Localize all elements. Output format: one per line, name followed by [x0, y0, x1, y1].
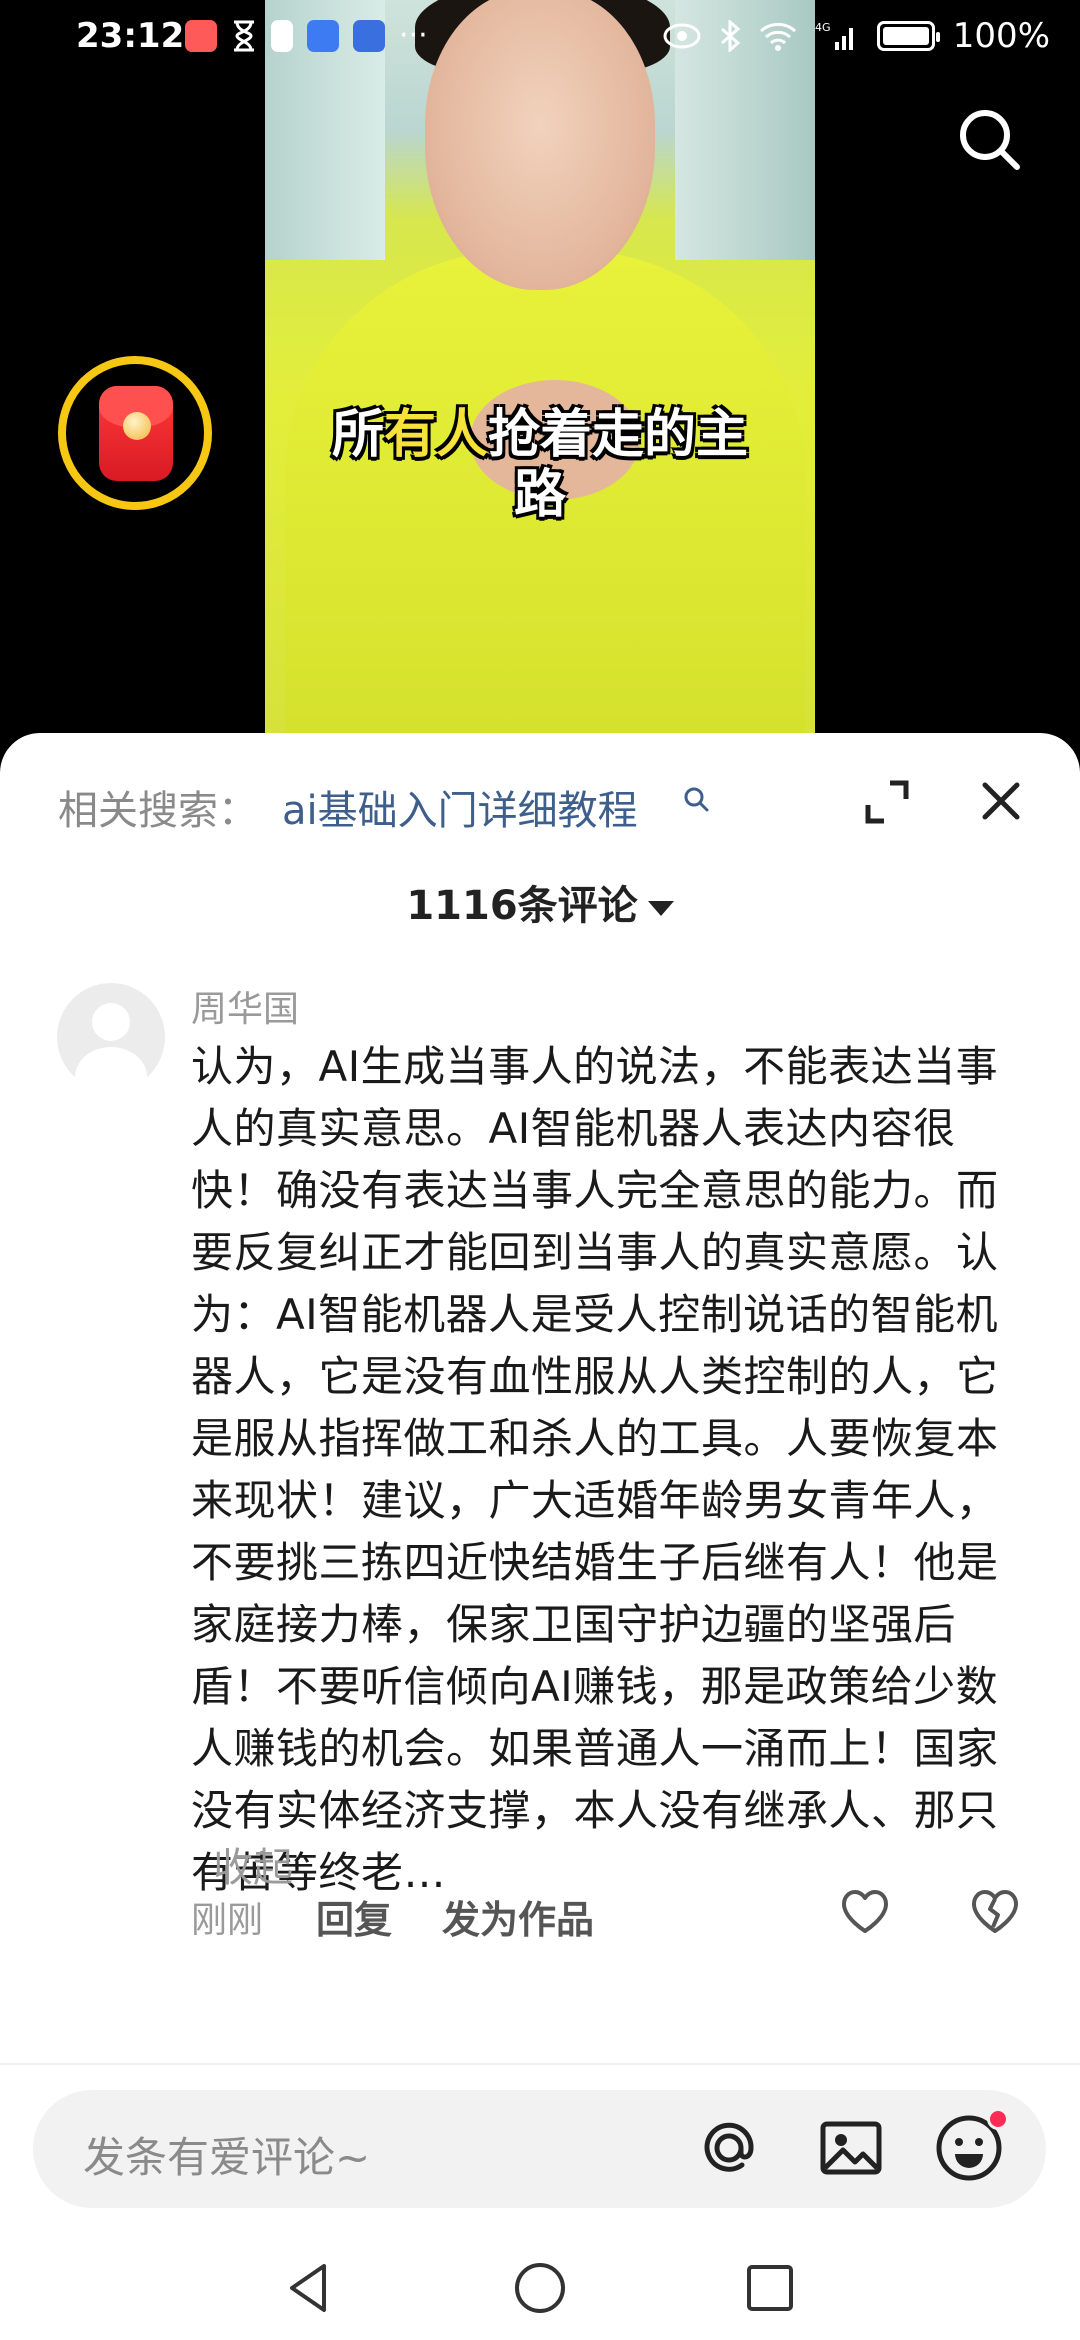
search-icon[interactable]	[955, 105, 1025, 175]
signal-icon: 4G	[815, 21, 853, 50]
related-search-label: 相关搜索：	[58, 788, 258, 834]
status-right-icons: 4G 100%	[663, 16, 1050, 56]
network-type-label: 4G	[815, 21, 831, 34]
related-search-query[interactable]: ai基础入门详细教程	[282, 778, 638, 836]
home-icon[interactable]	[510, 2258, 570, 2318]
battery-percent: 100%	[952, 16, 1050, 56]
battery-icon	[876, 21, 940, 51]
notification-dot	[987, 2108, 1009, 2130]
comment-username[interactable]: 周华国	[191, 980, 299, 1032]
video-caption-line1: 所有人抢着走的主	[331, 405, 749, 465]
red-packet-button[interactable]	[58, 356, 212, 510]
wifi-icon	[759, 22, 796, 51]
hourglass-icon	[234, 20, 254, 51]
status-bar: 23:12 ··· 4G 100%	[0, 0, 1080, 80]
paw-icon	[353, 19, 385, 52]
video-player[interactable]: 所有人抢着走的主 路 23:12 ··· 4G 100%	[0, 0, 1080, 760]
back-icon[interactable]	[280, 2258, 340, 2318]
chevron-down-icon	[647, 900, 674, 916]
search-icon[interactable]	[682, 785, 710, 813]
comment-sheet: 相关搜索： ai基础入门详细教程 1116条评论 周华国 认为，AI生成当事人的…	[0, 733, 1080, 2340]
collapse-button[interactable]: 收起	[213, 1835, 293, 1893]
eye-icon	[663, 23, 701, 49]
comment-time: 刚刚	[191, 1900, 264, 1941]
expand-icon[interactable]	[862, 777, 912, 827]
system-nav-bar	[0, 2238, 1080, 2340]
app-notification-icon	[185, 19, 217, 52]
avatar[interactable]	[57, 983, 165, 1091]
heart-icon[interactable]	[838, 1885, 892, 1939]
divider	[0, 2063, 1080, 2065]
video-frame: 所有人抢着走的主 路	[265, 0, 815, 735]
publish-as-work-button[interactable]: 发为作品	[442, 1889, 594, 1944]
more-icon: ···	[399, 18, 428, 53]
bluetooth-icon	[720, 20, 741, 52]
comment-text: 认为，AI生成当事人的说法，不能表达当事人的真实意思。AI智能机器人表达内容很快…	[191, 1042, 999, 1897]
comment-input[interactable]: 发条有爱评论~	[83, 2124, 370, 2185]
comment-count-selector[interactable]: 1116条评论	[0, 873, 1080, 931]
reply-button[interactable]: 回复	[316, 1889, 392, 1944]
red-packet-icon	[99, 386, 173, 481]
at-icon[interactable]	[693, 2112, 765, 2184]
shield-icon	[307, 19, 339, 52]
status-time: 23:12	[76, 16, 185, 56]
emoji-button[interactable]	[931, 2108, 1009, 2186]
video-caption-line2: 路	[513, 465, 566, 525]
close-icon[interactable]	[975, 775, 1027, 827]
comment-input-bar[interactable]: 发条有爱评论~	[33, 2090, 1046, 2208]
notification-icons: ···	[185, 18, 428, 53]
broken-heart-icon[interactable]	[968, 1885, 1022, 1939]
comment-count-label: 1116条评论	[406, 883, 638, 929]
alert-icon	[271, 19, 293, 52]
image-icon[interactable]	[815, 2112, 887, 2184]
recent-apps-icon[interactable]	[740, 2258, 800, 2318]
